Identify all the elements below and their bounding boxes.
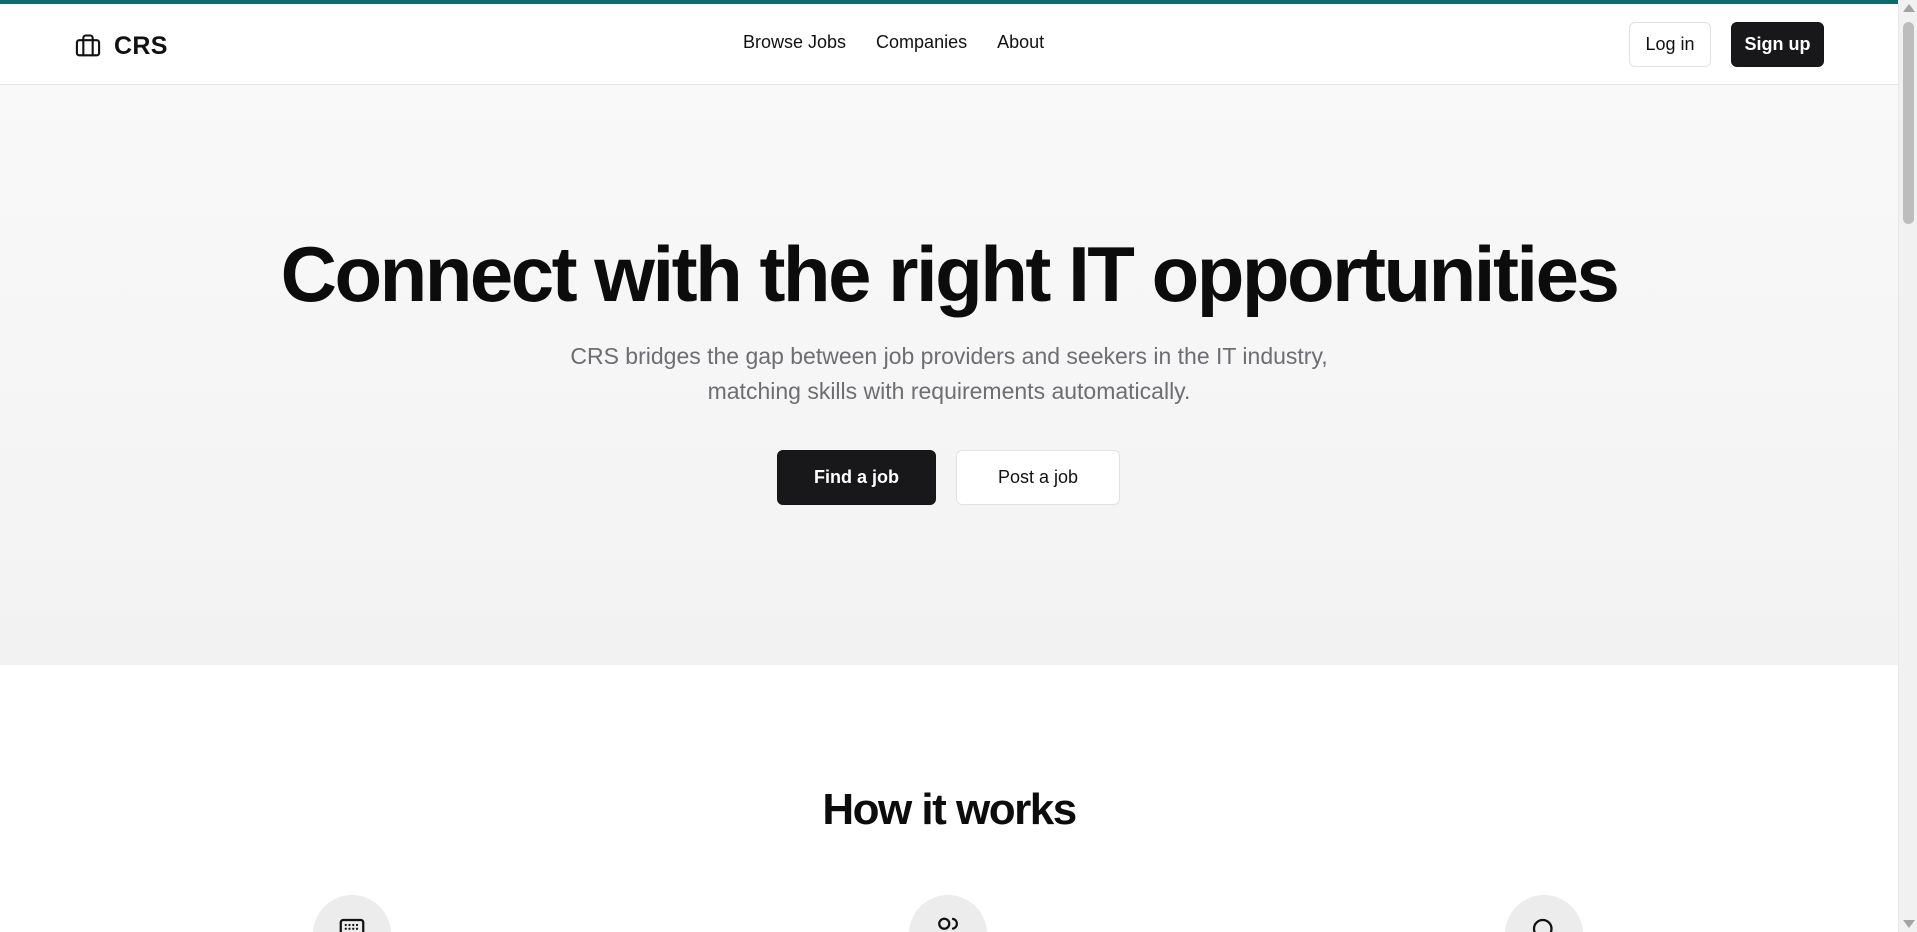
nav-browse-jobs[interactable]: Browse Jobs [743, 32, 846, 53]
briefcase-icon [74, 32, 102, 60]
hero-subtitle-line-2: matching skills with requirements automa… [707, 378, 1191, 404]
search-icon [1529, 915, 1559, 932]
hero-subtitle-line-1: CRS bridges the gap between job provider… [570, 343, 1328, 369]
site-header: CRS Browse Jobs Companies About Log in S… [0, 4, 1898, 85]
signup-button[interactable]: Sign up [1731, 22, 1824, 67]
nav-companies[interactable]: Companies [876, 32, 967, 53]
page: CRS Browse Jobs Companies About Log in S… [0, 4, 1898, 932]
post-job-button[interactable]: Post a job [956, 450, 1120, 505]
scroll-up-arrow-icon[interactable] [1903, 4, 1915, 12]
users-icon [933, 915, 963, 932]
how-it-works-title: How it works [822, 785, 1077, 834]
scrollbar-thumb[interactable] [1903, 22, 1914, 224]
hero-section: Connect with the right IT opportunities … [0, 85, 1898, 665]
keyboard-icon [337, 915, 367, 932]
hero-subtitle: CRS bridges the gap between job provider… [0, 339, 1898, 409]
login-button[interactable]: Log in [1629, 22, 1711, 67]
brand-name: CRS [114, 31, 168, 60]
main-nav: Browse Jobs Companies About [743, 32, 1044, 53]
page-scrollbar[interactable] [1898, 0, 1917, 932]
step-2-icon-circle [909, 895, 987, 932]
scroll-down-arrow-icon[interactable] [1903, 920, 1915, 928]
brand-logo-link[interactable]: CRS [74, 28, 168, 64]
find-job-button[interactable]: Find a job [777, 450, 936, 505]
hero-title: Connect with the right IT opportunities [280, 230, 1620, 318]
nav-about[interactable]: About [997, 32, 1044, 53]
step-1-icon-circle [313, 895, 391, 932]
how-it-works-section: How it works [0, 665, 1898, 932]
step-3-icon-circle [1505, 895, 1583, 932]
